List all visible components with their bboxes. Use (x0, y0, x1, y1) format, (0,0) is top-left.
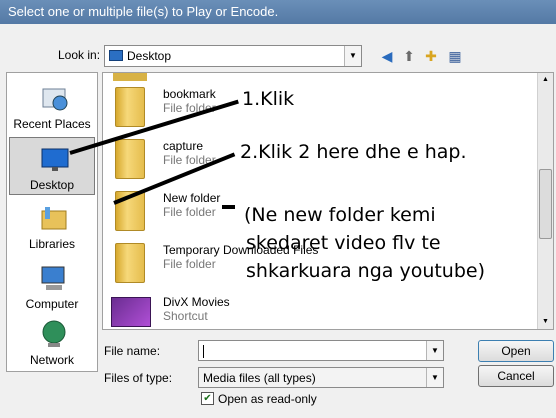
vertical-scrollbar[interactable]: ▲ ▼ (537, 73, 553, 329)
up-folder-icon[interactable]: ⬆ (400, 47, 418, 65)
folder-icon (115, 243, 145, 283)
annotation-note-line-2: skedaret video flv te (246, 232, 441, 254)
place-desktop[interactable]: Desktop (9, 137, 95, 195)
folder-icon (115, 87, 145, 127)
place-network[interactable]: Network (9, 313, 95, 371)
file-name-label: File name: (104, 344, 161, 358)
look-in-dropdown[interactable]: Desktop ▼ (104, 45, 362, 67)
libraries-icon (41, 207, 67, 230)
shortcut-icon (111, 297, 151, 327)
file-type-label: Files of type: (104, 371, 173, 385)
look-in-label: Look in: (58, 48, 101, 62)
computer-icon (41, 266, 65, 290)
look-in-value: Desktop (127, 49, 172, 63)
annotation-note-line-1: (Ne new folder kemi (244, 204, 436, 226)
desktop-icon (41, 148, 69, 171)
cancel-button[interactable]: Cancel (478, 365, 554, 387)
folder-icon (115, 139, 145, 179)
scroll-down-icon[interactable]: ▼ (539, 315, 552, 329)
new-folder-icon[interactable]: ✚ (422, 47, 440, 65)
chevron-down-icon[interactable]: ▼ (344, 46, 361, 66)
read-only-checkbox[interactable]: ✔ (201, 392, 214, 405)
file-type-dropdown[interactable]: Media files (all types) ▼ (198, 367, 444, 388)
scroll-up-icon[interactable]: ▲ (539, 73, 552, 87)
desktop-small-icon (109, 50, 123, 61)
back-icon[interactable]: ◀ (378, 47, 396, 65)
open-button[interactable]: Open (478, 340, 554, 362)
chevron-down-icon[interactable]: ▼ (426, 341, 443, 360)
network-icon (42, 320, 66, 347)
place-recent-places[interactable]: Recent Places (9, 77, 95, 135)
scroll-thumb[interactable] (539, 169, 552, 239)
file-name-input[interactable]: ▼ (198, 340, 444, 361)
read-only-label: Open as read-only (218, 392, 317, 406)
recent-places-icon (42, 88, 68, 111)
window-title: Select one or multiple file(s) to Play o… (0, 0, 556, 24)
places-bar: Recent Places Desktop Libraries Computer… (6, 72, 98, 372)
file-list[interactable]: bookmark File folder capture File folder… (102, 72, 554, 330)
place-libraries[interactable]: Libraries (9, 197, 95, 255)
view-menu-icon[interactable]: ▦ (446, 47, 464, 65)
annotation-dash (222, 205, 235, 209)
list-item[interactable]: DivX Movies Shortcut (107, 291, 407, 329)
chevron-down-icon[interactable]: ▼ (426, 368, 443, 387)
annotation-note-line-3: shkarkuara nga youtube) (246, 260, 486, 282)
annotation-step-2: 2.Klik 2 here dhe e hap. (240, 141, 467, 163)
place-computer[interactable]: Computer (9, 257, 95, 315)
annotation-step-1: 1.Klik (242, 88, 295, 110)
folder-fragment (113, 73, 147, 81)
text-caret (203, 345, 204, 359)
